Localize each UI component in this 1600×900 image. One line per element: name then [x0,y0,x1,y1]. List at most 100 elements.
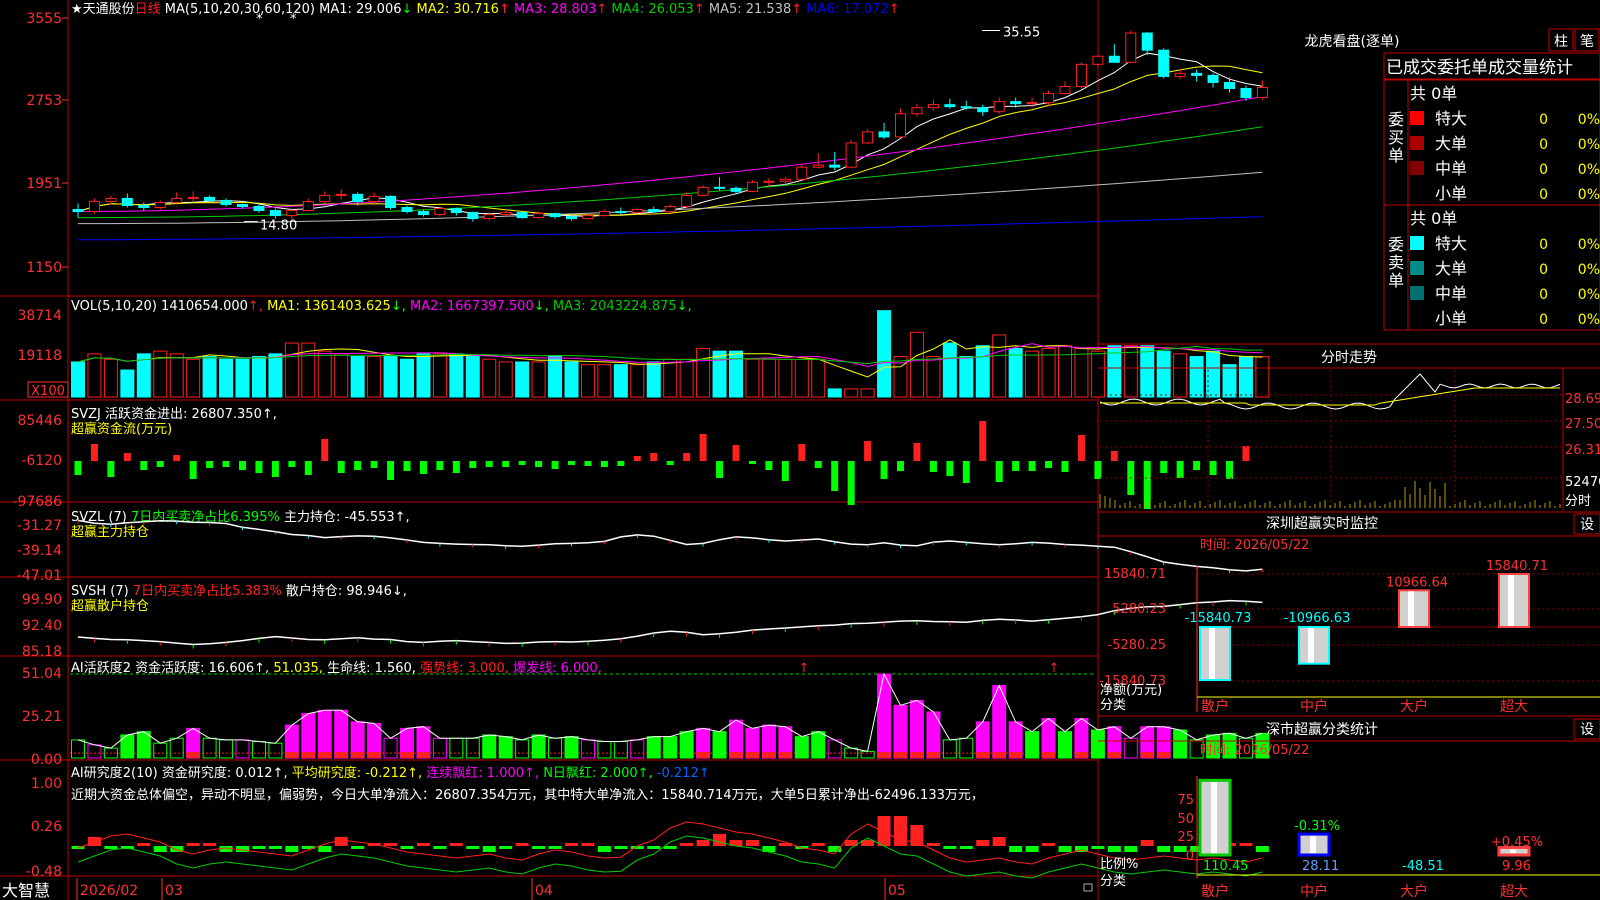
ai-bar[interactable] [268,742,283,759]
research-bar[interactable] [581,843,595,846]
candle-body[interactable] [1092,55,1104,65]
ai-bar[interactable] [959,737,974,759]
research-bar[interactable] [1124,846,1138,852]
research-bar[interactable] [1091,846,1105,849]
candle-body[interactable] [237,203,248,207]
volume-bar[interactable] [548,356,563,398]
svzj-bar[interactable] [831,461,839,491]
ai-bar[interactable] [498,736,513,759]
ai-bar[interactable] [1058,731,1072,759]
ai-bar[interactable] [153,742,168,759]
svzj-bar[interactable] [140,461,148,470]
svzj-bar[interactable] [387,461,395,480]
volume-bar[interactable] [1090,350,1105,398]
volume-bar[interactable] [1025,350,1040,398]
research-bar[interactable] [1157,846,1171,852]
price-chart[interactable]: 3555 2753 1951 1150 ★天通股份日线 MA(5,10,20,30,60… [26,2,1268,276]
research-bar[interactable] [894,816,907,846]
volume-bar[interactable] [400,358,414,398]
volume-bar[interactable] [482,358,497,398]
ai-bar[interactable] [1025,731,1040,759]
volume-bar[interactable] [877,310,892,398]
candle-body[interactable] [171,197,183,203]
volume-bar[interactable] [1041,347,1056,398]
candle-body[interactable] [533,213,545,219]
volume-bar[interactable] [1189,356,1204,398]
svzj-bar[interactable] [1028,461,1036,471]
candle-body[interactable] [878,131,890,138]
candle-body[interactable] [467,212,479,220]
volume-bar[interactable] [219,358,234,398]
volume-bar[interactable] [515,361,530,398]
svzj-bar[interactable] [781,461,789,481]
research-bar[interactable] [515,843,529,846]
research-bar[interactable] [400,846,414,849]
volume-bar[interactable] [580,364,595,398]
research-bar[interactable] [153,846,167,852]
candle-body[interactable] [812,164,824,168]
ai-bar[interactable] [202,737,217,759]
svzj-bar[interactable] [732,445,740,461]
candle-body[interactable] [105,197,117,202]
research-bar[interactable] [926,843,940,846]
svzj-bar[interactable] [337,461,345,473]
candle-body[interactable] [862,131,874,144]
research-bar[interactable] [1058,846,1072,852]
svzj-bar[interactable] [271,461,279,477]
svzj-bar[interactable] [929,461,937,472]
volume-bar[interactable] [1058,345,1072,398]
svzj-bar[interactable] [864,441,872,461]
svzj-bar[interactable] [288,461,296,467]
candle-body[interactable] [1108,55,1120,63]
candle-body[interactable] [220,199,232,205]
volume-bar[interactable] [334,353,349,398]
research-bar[interactable] [482,846,496,852]
candle-body[interactable] [763,180,775,183]
volume-bar[interactable] [103,358,118,398]
svzj-bar[interactable] [666,461,674,465]
ai-activity-chart[interactable]: AI活跃度2 资金活跃度: 16.606↑, 51.035, 生命线: 1.56… [22,660,1270,768]
research-bar[interactable] [614,846,628,849]
candle-body[interactable] [319,194,331,202]
svzj-bar[interactable] [1242,446,1250,461]
volume-bar[interactable] [202,356,217,398]
research-bar[interactable] [1042,843,1056,846]
research-bar[interactable] [186,843,200,846]
candle-body[interactable] [664,205,676,213]
svzj-bar[interactable] [518,461,526,465]
volume-bar[interactable] [942,342,957,398]
candle-body[interactable] [88,200,100,213]
candle-body[interactable] [895,113,906,138]
volume-bar[interactable] [383,356,398,398]
svzj-bar[interactable] [370,461,378,468]
svzj-bar[interactable] [847,461,855,505]
candle-body[interactable] [302,200,314,212]
research-bar[interactable] [252,846,266,849]
volume-bar[interactable] [367,356,382,398]
candle-body[interactable] [1256,87,1268,99]
research-bar[interactable] [532,846,546,849]
volume-bar[interactable] [87,353,102,398]
volume-bar[interactable] [235,358,250,398]
ai-bar[interactable] [334,709,349,759]
volume-bar[interactable] [794,358,809,398]
candle-body[interactable] [714,186,726,189]
svzj-bar[interactable] [584,461,592,466]
svzj-bar[interactable] [1209,461,1217,475]
candle-body[interactable] [1141,32,1153,51]
svzj-bar[interactable] [485,461,493,467]
volume-bar[interactable] [646,361,661,398]
svzj-bar[interactable] [419,461,427,474]
volume-bar[interactable] [1173,353,1188,398]
ai-bar[interactable] [383,737,398,759]
candle-body[interactable] [746,181,758,192]
volume-bar[interactable] [186,358,201,398]
stock-terminal[interactable]: 3555 2753 1951 1150 ★天通股份日线 MA(5,10,20,30,60… [0,0,1600,900]
candle-body[interactable] [1075,63,1087,87]
candle-body[interactable] [352,193,364,202]
volume-bar[interactable] [350,356,365,398]
ai-bar[interactable] [317,709,332,759]
volume-bar[interactable] [761,358,776,398]
volume-bar[interactable] [959,356,974,398]
svzj-bar[interactable] [1045,461,1053,468]
